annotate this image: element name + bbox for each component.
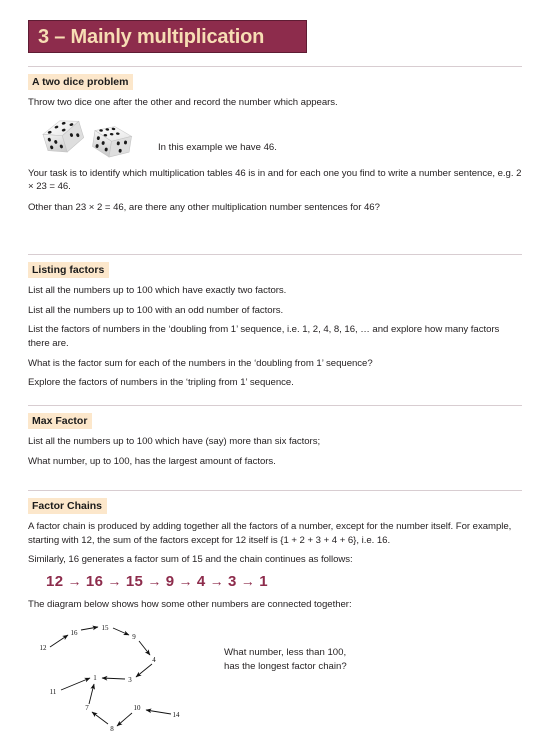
factor-chain-diagram: 12 16 15 9 4 3 1 11 7 8 10 14 What numbe… xyxy=(28,614,522,734)
listing-factors-item-3: List the factors of numbers in the ‘doub… xyxy=(28,324,500,349)
factor-chain-sequence: 12 → 16 → 15 → 9 → 4 → 3 → 1 xyxy=(46,573,522,590)
graph-edges xyxy=(49,625,172,726)
section-heading-two-dice-problem: A two dice problem xyxy=(28,74,134,91)
diagram-question-line-2: has the longest factor chain? xyxy=(224,660,347,672)
dice-caption: In this example we have 46. xyxy=(158,141,277,153)
two-dice-task-paragraph: Your task is to identify which multiplic… xyxy=(28,167,522,193)
chain-arrow-5: → xyxy=(240,572,256,589)
section-heading-factor-chains: Factor Chains xyxy=(28,498,108,515)
section-divider xyxy=(28,66,522,67)
listing-factors-item-4: What is the factor sum for each of the n… xyxy=(28,357,373,369)
chain-arrow-2: → xyxy=(147,572,162,589)
diagram-node-11: 11 xyxy=(50,688,57,696)
page-title-banner: 3 – Mainly multiplication xyxy=(28,20,307,53)
diagram-node-16: 16 xyxy=(71,629,79,637)
diagram-node-12: 12 xyxy=(40,644,48,652)
section-divider xyxy=(28,405,522,406)
listing-factors-item-5: Explore the factors of numbers in the ‘t… xyxy=(28,377,294,389)
factor-chain-graph-svg: 12 16 15 9 4 3 1 11 7 8 10 14 xyxy=(40,624,181,733)
diagram-node-10: 10 xyxy=(134,704,142,712)
page-title: 3 – Mainly multiplication xyxy=(38,25,265,48)
section-factor-chains: Factor Chains A factor chain is produced… xyxy=(28,490,522,734)
diagram-node-1: 1 xyxy=(93,674,97,682)
section-heading-max-factor: Max Factor xyxy=(28,413,93,430)
chain-arrow-4: → xyxy=(209,572,225,589)
diagram-question: What number, less than 100, has the long… xyxy=(224,646,347,675)
chain-number-1: 16 xyxy=(85,572,104,590)
diagram-node-9: 9 xyxy=(132,633,136,641)
factor-chains-diagram-intro: The diagram below shows how some other n… xyxy=(28,598,352,610)
chain-arrow-0: → xyxy=(67,572,82,589)
section-divider xyxy=(28,490,522,491)
diagram-node-4: 4 xyxy=(152,656,156,664)
max-factor-item-1: List all the numbers up to 100 which hav… xyxy=(28,436,321,448)
chain-number-2: 15 xyxy=(125,572,144,590)
chain-number-6: 1 xyxy=(259,572,268,590)
diagram-node-8: 8 xyxy=(110,725,114,733)
chain-arrow-1: → xyxy=(107,572,122,589)
section-two-dice-problem: A two dice problem Throw two dice one af… xyxy=(28,66,522,215)
two-dice-icon xyxy=(42,120,133,158)
diagram-node-15: 15 xyxy=(102,624,110,632)
chain-number-0: 12 xyxy=(46,572,64,590)
chain-number-5: 3 xyxy=(228,572,237,590)
chain-number-4: 4 xyxy=(196,572,206,590)
section-listing-factors: Listing factors List all the numbers up … xyxy=(28,254,522,390)
max-factor-item-2: What number, up to 100, has the largest … xyxy=(28,455,276,467)
diagram-node-14: 14 xyxy=(173,711,181,719)
factor-chains-definition: A factor chain is produced by adding tog… xyxy=(28,521,512,546)
listing-factors-item-1: List all the numbers up to 100 which hav… xyxy=(28,285,287,297)
dice-illustration-row: In this example we have 46. xyxy=(28,117,522,161)
two-dice-question-paragraph: Other than 23 × 2 = 46, are there any ot… xyxy=(28,201,380,213)
section-heading-listing-factors: Listing factors xyxy=(28,262,110,279)
chain-arrow-3: → xyxy=(178,572,193,589)
worksheet-page: 3 – Mainly multiplication A two dice pro… xyxy=(0,0,550,746)
diagram-question-line-1: What number, less than 100, xyxy=(224,646,347,658)
factor-chains-example-lead: Similarly, 16 generates a factor sum of … xyxy=(28,554,353,566)
section-max-factor: Max Factor List all the numbers up to 10… xyxy=(28,405,522,468)
diagram-node-7: 7 xyxy=(85,704,89,712)
two-dice-intro: Throw two dice one after the other and r… xyxy=(28,97,338,109)
section-divider xyxy=(28,254,522,255)
diagram-node-3: 3 xyxy=(128,676,132,684)
listing-factors-item-2: List all the numbers up to 100 with an o… xyxy=(28,304,284,316)
